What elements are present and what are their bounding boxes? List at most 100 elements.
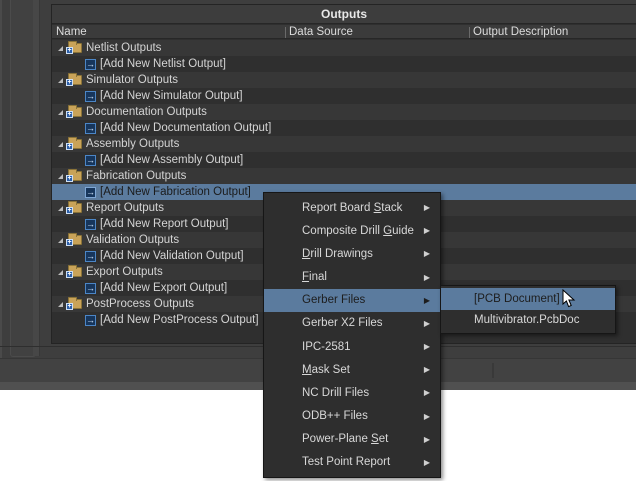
submenu-arrow-icon: ▶	[423, 272, 430, 282]
tree-row-label: Netlist Outputs	[86, 42, 162, 54]
folder-icon: +	[66, 201, 82, 214]
tree-row-assembly-outputs[interactable]: + Assembly Outputs	[52, 136, 636, 152]
fabrication-output-context-menu: Report Board Stack ▶ Composite Drill Gui…	[263, 192, 441, 478]
expander-icon[interactable]	[58, 77, 63, 83]
folder-icon: +	[66, 41, 82, 54]
folder-icon: +	[66, 105, 82, 118]
expander-icon[interactable]	[58, 301, 63, 307]
submenu-item-multivibrator-pcbdoc[interactable]: Multivibrator.PcbDoc	[441, 310, 615, 332]
tree-row-fabrication-outputs[interactable]: + Fabrication Outputs	[52, 168, 636, 184]
tree-row-label: Export Outputs	[86, 266, 163, 278]
tree-row-label: Documentation Outputs	[86, 106, 207, 118]
add-badge-icon: +	[66, 47, 73, 54]
add-badge-icon: +	[66, 303, 73, 310]
tree-row-label: [Add New Validation Output]	[100, 250, 244, 262]
submenu-arrow-icon: ▶	[423, 249, 430, 259]
add-output-icon: →	[85, 154, 96, 166]
folder-icon: +	[66, 265, 82, 278]
tree-row-label: Simulator Outputs	[86, 74, 179, 86]
tree-row-add-simulator[interactable]: → [Add New Simulator Output]	[52, 88, 636, 104]
expander-icon[interactable]	[58, 45, 63, 51]
splitter-handle[interactable]	[492, 363, 494, 378]
column-header-output-description: Output Description	[473, 26, 569, 38]
tree-row-add-netlist[interactable]: → [Add New Netlist Output]	[52, 56, 636, 72]
menu-item-drill-drawings[interactable]: Drill Drawings ▶	[264, 242, 440, 265]
tree-row-label: Validation Outputs	[86, 234, 180, 246]
submenu-arrow-icon: ▶	[423, 411, 430, 421]
add-badge-icon: +	[66, 143, 73, 150]
expander-icon[interactable]	[58, 141, 63, 147]
add-badge-icon: +	[66, 207, 73, 214]
submenu-arrow-icon: ▶	[423, 295, 430, 305]
add-badge-icon: +	[66, 111, 73, 118]
add-output-icon: →	[85, 218, 96, 230]
tree-row-label: [Add New Fabrication Output]	[100, 186, 251, 198]
tree-row-label: [Add New Report Output]	[100, 218, 229, 230]
menu-item-composite-drill-guide[interactable]: Composite Drill Guide ▶	[264, 219, 440, 242]
tree-row-label: [Add New Simulator Output]	[100, 90, 243, 102]
add-output-icon: →	[85, 122, 96, 134]
menu-item-odb-files[interactable]: ODB++ Files ▶	[264, 405, 440, 428]
screenshot-stage: Outputs Name Data Source Output Descript…	[0, 0, 636, 481]
submenu-arrow-icon: ▶	[423, 365, 430, 375]
add-output-icon: →	[85, 90, 96, 102]
grid-column-headers: Name Data Source Output Description	[52, 25, 636, 39]
tree-row-label: [Add New Netlist Output]	[100, 58, 226, 70]
add-output-icon: →	[85, 186, 96, 198]
menu-item-final[interactable]: Final ▶	[264, 266, 440, 289]
tree-row-add-documentation[interactable]: → [Add New Documentation Output]	[52, 120, 636, 136]
submenu-arrow-icon: ▶	[423, 226, 430, 236]
menu-item-power-plane-set[interactable]: Power-Plane Set ▶	[264, 428, 440, 451]
submenu-arrow-icon: ▶	[423, 342, 430, 352]
submenu-arrow-icon: ▶	[423, 203, 430, 213]
column-separator	[285, 27, 286, 38]
tree-row-label: Fabrication Outputs	[86, 170, 187, 182]
menu-item-gerber-files[interactable]: Gerber Files ▶	[264, 288, 440, 312]
expander-icon[interactable]	[58, 269, 63, 275]
add-badge-icon: +	[66, 175, 73, 182]
menu-item-nc-drill-files[interactable]: NC Drill Files ▶	[264, 381, 440, 404]
submenu-item-pcb-document[interactable]: [PCB Document]	[441, 288, 615, 310]
add-badge-icon: +	[66, 79, 73, 86]
menu-item-ipc-2581[interactable]: IPC-2581 ▶	[264, 335, 440, 358]
tree-row-simulator-outputs[interactable]: + Simulator Outputs	[52, 72, 636, 88]
add-badge-icon: +	[66, 239, 73, 246]
folder-icon: +	[66, 297, 82, 310]
menu-item-test-point-report[interactable]: Test Point Report ▶	[264, 451, 440, 474]
submenu-arrow-icon: ▶	[423, 388, 430, 398]
add-output-icon: →	[85, 250, 96, 262]
outputs-group-title: Outputs	[52, 5, 636, 24]
add-output-icon: →	[85, 314, 96, 326]
add-badge-icon: +	[66, 271, 73, 278]
left-gutter-strip	[33, 0, 40, 356]
expander-icon[interactable]	[58, 109, 63, 115]
gerber-files-submenu: [PCB Document] Multivibrator.PcbDoc	[440, 285, 616, 334]
tree-row-netlist-outputs[interactable]: + Netlist Outputs	[52, 40, 636, 56]
tree-row-label: Assembly Outputs	[86, 138, 180, 150]
tree-row-label: [Add New Assembly Output]	[100, 154, 244, 166]
column-separator	[469, 27, 470, 38]
menu-item-report-board-stack[interactable]: Report Board Stack ▶	[264, 196, 440, 219]
expander-icon[interactable]	[58, 173, 63, 179]
folder-icon: +	[66, 137, 82, 150]
add-output-icon: →	[85, 58, 96, 70]
folder-icon: +	[66, 73, 82, 86]
expander-icon[interactable]	[58, 237, 63, 243]
tree-row-label: [Add New PostProcess Output]	[100, 314, 259, 326]
tree-row-documentation-outputs[interactable]: + Documentation Outputs	[52, 104, 636, 120]
menu-item-mask-set[interactable]: Mask Set ▶	[264, 358, 440, 381]
expander-icon[interactable]	[58, 205, 63, 211]
folder-icon: +	[66, 169, 82, 182]
tree-row-label: Report Outputs	[86, 202, 164, 214]
tree-row-label: [Add New Export Output]	[100, 282, 228, 294]
column-header-data-source: Data Source	[289, 26, 353, 38]
folder-icon: +	[66, 233, 82, 246]
add-output-icon: →	[85, 282, 96, 294]
submenu-arrow-icon: ▶	[423, 457, 430, 467]
window-left-edge	[0, 0, 2, 390]
tree-row-add-assembly[interactable]: → [Add New Assembly Output]	[52, 152, 636, 168]
menu-item-gerber-x2-files[interactable]: Gerber X2 Files ▶	[264, 312, 440, 335]
tree-row-label: PostProcess Outputs	[86, 298, 195, 310]
tree-row-label: [Add New Documentation Output]	[100, 122, 272, 134]
mouse-cursor-icon	[562, 289, 576, 308]
